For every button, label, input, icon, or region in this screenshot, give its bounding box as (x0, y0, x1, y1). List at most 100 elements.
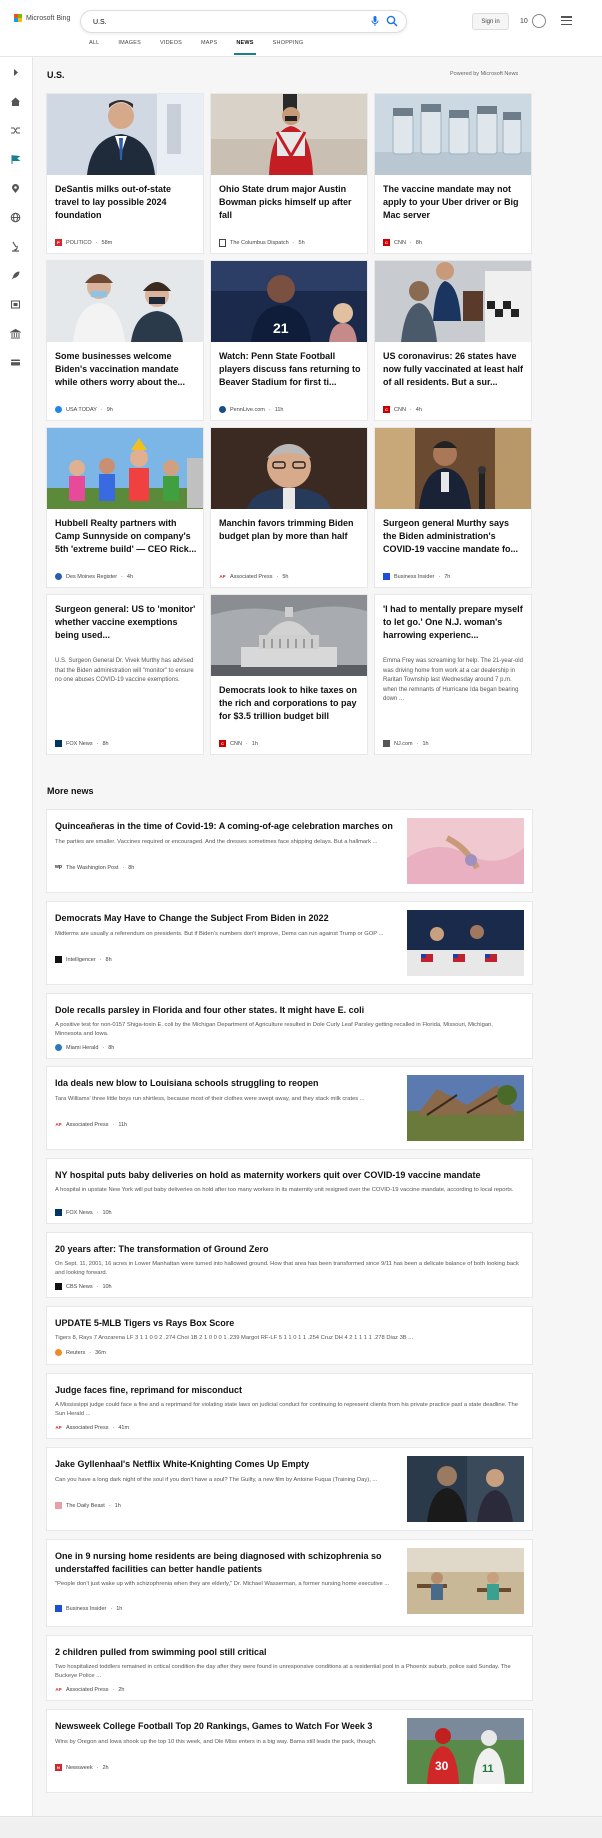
more-news-source: N Newsweek · 2h (55, 1764, 109, 1771)
more-news-title-link[interactable]: 20 years after: The transformation of Gr… (55, 1243, 515, 1256)
more-news-item[interactable]: UPDATE 5-MLB Tigers vs Rays Box Score Ti… (47, 1307, 532, 1364)
more-news-title-link[interactable]: Jake Gyllenhaal's Netflix White-Knightin… (55, 1458, 405, 1471)
more-news-source: The Daily Beast · 1h (55, 1502, 121, 1509)
more-news-item[interactable]: Democrats May Have to Change the Subject… (47, 902, 532, 984)
more-news-snippet: Tara Williams' three little boys run shi… (55, 1096, 365, 1102)
more-news-title-link[interactable]: UPDATE 5-MLB Tigers vs Rays Box Score (55, 1317, 515, 1330)
source-time: 10h (102, 1209, 112, 1216)
news-card-title[interactable]: The vaccine mandate may not apply to you… (383, 183, 525, 222)
sign-in-button[interactable]: Sign in (472, 13, 509, 30)
source-name: PennLive.com (230, 406, 265, 413)
news-card-source: C CNN · 4h (383, 406, 422, 413)
news-card[interactable]: 21 Watch: Penn State Football players di… (211, 261, 367, 420)
news-card[interactable]: Some businesses welcome Biden's vaccinat… (47, 261, 203, 420)
film-icon[interactable] (10, 297, 21, 309)
more-news-title-link[interactable]: Quinceañeras in the time of Covid-19: A … (55, 820, 405, 833)
tab-all[interactable]: ALL (89, 40, 99, 46)
microscope-icon[interactable] (10, 239, 21, 252)
bank-icon[interactable] (9, 326, 22, 339)
news-card[interactable]: Manchin favors trimming Biden budget pla… (211, 428, 367, 587)
more-news-title-link[interactable]: Dole recalls parsley in Florida and four… (55, 1004, 515, 1017)
more-news-snippet: Can you have a long dark night of the so… (55, 1477, 378, 1483)
location-pin-icon[interactable] (10, 181, 21, 193)
more-news-title-link[interactable]: NY hospital puts baby deliveries on hold… (55, 1169, 515, 1182)
rewards-medal-icon (531, 14, 546, 28)
news-card[interactable]: Hubbell Realty partners with Camp Sunnys… (47, 428, 203, 587)
news-card-image (47, 94, 203, 175)
more-news-title-link[interactable]: 2 children pulled from swimming pool sti… (55, 1646, 515, 1659)
more-news-title-link[interactable]: Newsweek College Football Top 20 Ranking… (55, 1720, 405, 1733)
tab-maps[interactable]: MAPS (201, 40, 217, 46)
tab-news[interactable]: NEWS (234, 40, 257, 55)
powered-by[interactable]: Powered by Microsoft News (450, 71, 518, 77)
rewards-button[interactable]: 10 (520, 14, 546, 28)
flag-icon[interactable] (10, 152, 21, 164)
source-time: 10h (102, 1283, 112, 1290)
news-card-image (47, 428, 203, 509)
news-card-title[interactable]: Manchin favors trimming Biden budget pla… (219, 517, 361, 543)
rocket-icon[interactable] (10, 268, 21, 280)
bing-logo[interactable]: Microsoft Bing (14, 14, 70, 22)
microphone-icon[interactable] (371, 16, 379, 27)
tab-images[interactable]: IMAGES (118, 40, 141, 46)
more-news-title-link[interactable]: Democrats May Have to Change the Subject… (55, 912, 405, 925)
menu-icon[interactable] (561, 16, 572, 25)
news-card-snippet: Emma Frey was screaming for help. The 21… (383, 658, 523, 702)
more-news-snippet: On Sept. 11, 2001, 16 acres in Lower Man… (55, 1261, 519, 1276)
news-card-title[interactable]: Surgeon general: US to 'monitor' whether… (55, 603, 197, 642)
intelligencer-logo-icon (55, 956, 62, 963)
news-card-title[interactable]: DeSantis milks out-of-state travel to la… (55, 183, 197, 222)
news-card[interactable]: US coronavirus: 26 states have now fully… (375, 261, 531, 420)
news-card[interactable]: Ohio State drum major Austin Bowman pick… (211, 94, 367, 253)
credit-card-icon[interactable] (10, 355, 21, 366)
source-time: 36m (95, 1349, 106, 1356)
news-card-title[interactable]: 'I had to mentally prepare myself to let… (383, 603, 525, 642)
home-icon[interactable] (10, 94, 21, 106)
more-news-item[interactable]: Jake Gyllenhaal's Netflix White-Knightin… (47, 1448, 532, 1530)
news-card[interactable]: Surgeon general Murthy says the Biden ad… (375, 428, 531, 587)
expand-arrow-icon[interactable] (10, 65, 21, 76)
more-news-item[interactable]: One in 9 nursing home residents are bein… (47, 1540, 532, 1626)
shuffle-icon[interactable] (10, 123, 21, 134)
news-card[interactable]: Democrats look to hike taxes on the rich… (211, 595, 367, 754)
more-news-item[interactable]: Newsweek College Football Top 20 Ranking… (47, 1710, 532, 1792)
ap-logo-icon: AP (55, 1424, 62, 1431)
news-card-title[interactable]: US coronavirus: 26 states have now fully… (383, 350, 525, 389)
tab-shopping[interactable]: SHOPPING (273, 40, 304, 46)
more-news-item[interactable]: NY hospital puts baby deliveries on hold… (47, 1159, 532, 1223)
news-card-text[interactable]: 'I had to mentally prepare myself to let… (375, 595, 531, 754)
more-news-item[interactable]: Ida deals new blow to Louisiana schools … (47, 1067, 532, 1149)
more-news-title-link[interactable]: Judge faces fine, reprimand for miscondu… (55, 1384, 515, 1397)
search-input[interactable] (91, 14, 345, 30)
source-name: Associated Press (230, 573, 273, 580)
news-card[interactable]: DeSantis milks out-of-state travel to la… (47, 94, 203, 253)
news-card[interactable]: The vaccine mandate may not apply to you… (375, 94, 531, 253)
more-news-source: AP Associated Press · 41m (55, 1424, 129, 1431)
globe-icon[interactable] (10, 210, 21, 223)
news-card-title[interactable]: Watch: Penn State Football players discu… (219, 350, 361, 389)
news-card-title[interactable]: Democrats look to hike taxes on the rich… (219, 684, 361, 723)
more-news-title-link[interactable]: Ida deals new blow to Louisiana schools … (55, 1077, 405, 1090)
politico-logo-icon: P (55, 239, 62, 246)
more-news-snippet: Tigers 8, Rays 7 Arozarena LF 3 1 1 0 0 … (55, 1335, 414, 1341)
tab-videos[interactable]: VIDEOS (160, 40, 182, 46)
news-card-text[interactable]: Surgeon general: US to 'monitor' whether… (47, 595, 203, 754)
news-card-title[interactable]: Surgeon general Murthy says the Biden ad… (383, 517, 525, 556)
news-card-title[interactable]: Hubbell Realty partners with Camp Sunnys… (55, 517, 197, 556)
news-card-title[interactable]: Ohio State drum major Austin Bowman pick… (219, 183, 361, 222)
dot: · (438, 573, 441, 580)
more-news-item[interactable]: Dole recalls parsley in Florida and four… (47, 994, 532, 1058)
ap-logo-icon: AP (55, 1121, 62, 1128)
more-news-item[interactable]: Quinceañeras in the time of Covid-19: A … (47, 810, 532, 892)
dot: · (96, 740, 99, 747)
more-news-item[interactable]: 2 children pulled from swimming pool sti… (47, 1636, 532, 1700)
more-news-title-link[interactable]: One in 9 nursing home residents are bein… (55, 1550, 405, 1575)
news-card-title[interactable]: Some businesses welcome Biden's vaccinat… (55, 350, 197, 389)
business-insider-logo-icon (383, 573, 390, 580)
more-news-item[interactable]: Judge faces fine, reprimand for miscondu… (47, 1374, 532, 1438)
fox-news-logo-icon (55, 1209, 62, 1216)
search-icon[interactable] (386, 15, 398, 27)
more-news-item[interactable]: 20 years after: The transformation of Gr… (47, 1233, 532, 1297)
source-time: 1h (114, 1502, 121, 1509)
more-news-thumbnail (407, 1075, 524, 1141)
